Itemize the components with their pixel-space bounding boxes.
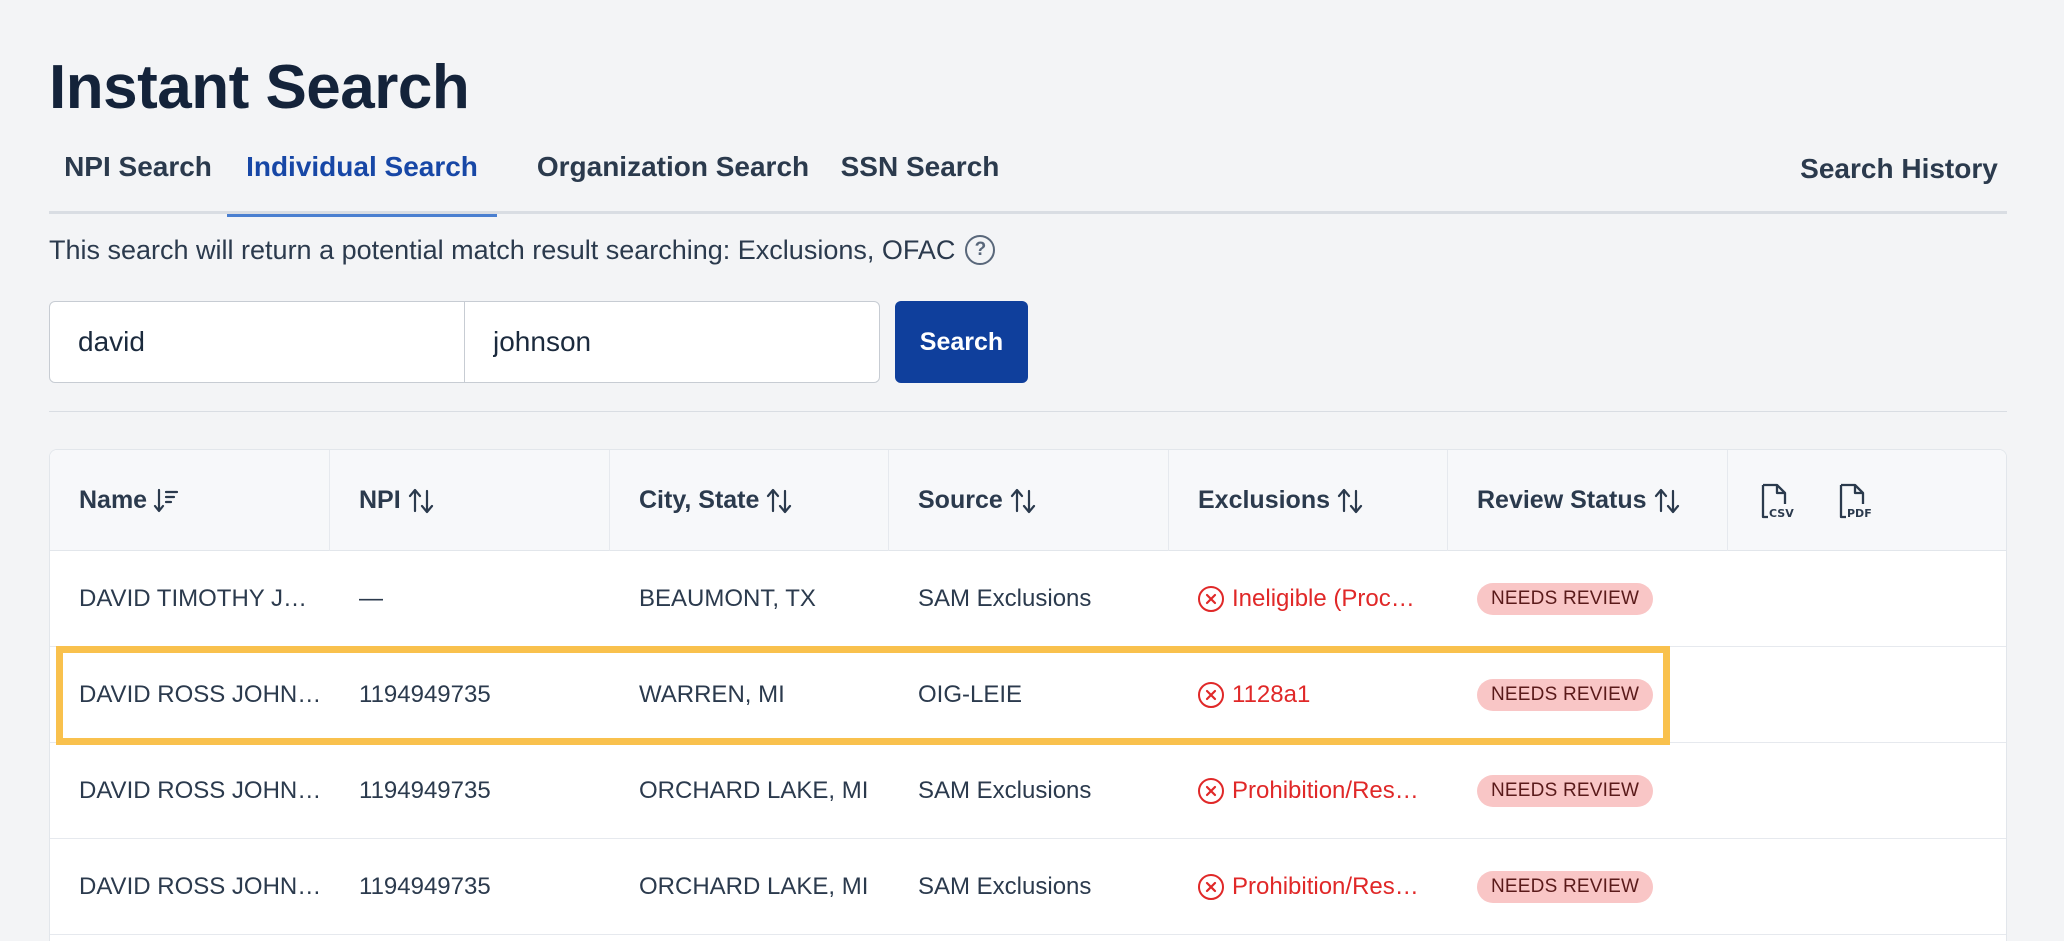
help-icon[interactable]: ? — [965, 235, 996, 265]
page-title: Instant Search — [49, 53, 470, 122]
cell-name: DAVID ROSS JOHN… — [79, 681, 322, 708]
table-row[interactable]: DAVID ROSS JOHN… 1194949735 WARREN, MI O… — [50, 647, 2006, 743]
tab-organization-search[interactable]: Organization Search — [519, 138, 827, 214]
description-text: This search will return a potential matc… — [49, 234, 956, 265]
search-tabs: NPI Search Individual Search Organizatio… — [49, 138, 2007, 217]
tab-individual-search[interactable]: Individual Search — [227, 138, 497, 217]
instant-search-page: Instant Search NPI Search Individual Sea… — [49, 0, 2007, 941]
cell-review-status: NEEDS REVIEW — [1448, 839, 1728, 935]
cell-city-state: WARREN, MI — [639, 681, 785, 708]
column-header-review-status[interactable]: Review Status — [1448, 450, 1728, 551]
table-row[interactable]: DAVID TIMOTHY J… — BEAUMONT, TX SAM Excl… — [50, 551, 2006, 647]
cell-exclusion: Ineligible (Proc… — [1169, 551, 1448, 647]
cell-name: DAVID ROSS JOHN… — [79, 873, 322, 900]
cell-exclusion: Prohibition/Res… — [1169, 743, 1448, 839]
search-button[interactable]: Search — [895, 301, 1028, 383]
exclusion-value: Prohibition/Res… — [1198, 777, 1419, 805]
cell-npi: — — [359, 585, 383, 612]
exclusion-value: Ineligible (Proc… — [1198, 585, 1415, 613]
column-header-city-state[interactable]: City, State — [610, 450, 889, 551]
status-badge: NEEDS REVIEW — [1477, 679, 1654, 711]
cell-npi: 1194949735 — [359, 681, 491, 708]
tab-npi-search[interactable]: NPI Search — [49, 138, 227, 214]
cell-city-state: ORCHARD LAKE, MI — [639, 777, 869, 804]
sort-icon[interactable] — [1336, 487, 1364, 515]
search-history-link[interactable]: Search History — [1791, 140, 2007, 216]
cell-city-state: ORCHARD LAKE, MI — [639, 873, 869, 900]
column-label: NPI — [359, 486, 401, 514]
table-row[interactable]: DAVID ROSS JOHN… 1194949735 ORCHARD LAKE… — [50, 839, 2006, 935]
cell-name: DAVID ROSS JOHN… — [79, 777, 322, 804]
table-row[interactable]: DAVID ROSS JOHN… 1194949735 ORCHARD LAKE… — [50, 743, 2006, 839]
cell-exclusion: 1128a1 — [1169, 647, 1448, 743]
cell-npi: 1194949735 — [359, 777, 491, 804]
cell-source: OIG-LEIE — [918, 681, 1023, 708]
exclusion-text: 1128a1 — [1232, 681, 1311, 708]
exclusion-value: Prohibition/Res… — [1198, 873, 1419, 901]
column-label: City, State — [639, 486, 760, 514]
results-table: Name NPI City, State Source Exclusions R… — [49, 449, 2007, 941]
column-header-name[interactable]: Name — [50, 450, 330, 551]
last-name-input[interactable] — [464, 301, 880, 383]
sort-icon[interactable] — [765, 487, 793, 515]
tab-ssn-search[interactable]: SSN Search — [827, 138, 1013, 214]
first-name-input[interactable] — [49, 301, 467, 383]
search-description: This search will return a potential matc… — [49, 230, 996, 270]
x-circle-icon — [1198, 778, 1224, 804]
column-label: Review Status — [1477, 486, 1647, 514]
section-divider — [49, 411, 2007, 412]
svg-text:PDF: PDF — [1847, 507, 1872, 520]
cell-city-state: BEAUMONT, TX — [639, 585, 816, 612]
cell-review-status: NEEDS REVIEW — [1448, 551, 1728, 647]
sort-icon[interactable] — [407, 487, 435, 515]
export-actions: CSV PDF — [1728, 450, 2006, 551]
exclusion-text: Ineligible (Proc… — [1232, 585, 1415, 612]
sort-icon[interactable] — [1653, 487, 1681, 515]
cell-source: SAM Exclusions — [918, 585, 1092, 612]
sort-descending-icon[interactable] — [153, 487, 179, 515]
x-circle-icon — [1198, 586, 1224, 612]
table-header: Name NPI City, State Source Exclusions R… — [50, 450, 2006, 551]
column-label: Name — [79, 486, 148, 514]
column-label: Source — [918, 486, 1003, 514]
cell-review-status: NEEDS REVIEW — [1448, 647, 1728, 743]
cell-exclusion: Prohibition/Res… — [1169, 839, 1448, 935]
csv-icon[interactable]: CSV — [1758, 482, 1796, 520]
column-header-npi[interactable]: NPI — [330, 450, 610, 551]
x-circle-icon — [1198, 874, 1224, 900]
cell-source: SAM Exclusions — [918, 873, 1092, 900]
column-header-source[interactable]: Source — [889, 450, 1169, 551]
exclusion-text: Prohibition/Res… — [1232, 873, 1419, 900]
exclusion-value: 1128a1 — [1198, 681, 1310, 709]
cell-npi: 1194949735 — [359, 873, 491, 900]
pdf-icon[interactable]: PDF — [1836, 482, 1874, 520]
svg-text:CSV: CSV — [1769, 507, 1794, 520]
cell-source: SAM Exclusions — [918, 777, 1092, 804]
exclusion-text: Prohibition/Res… — [1232, 777, 1419, 804]
column-label: Exclusions — [1198, 486, 1330, 514]
status-badge: NEEDS REVIEW — [1477, 871, 1654, 903]
status-badge: NEEDS REVIEW — [1477, 775, 1654, 807]
x-circle-icon — [1198, 682, 1224, 708]
column-header-exclusions[interactable]: Exclusions — [1169, 450, 1448, 551]
cell-name: DAVID TIMOTHY J… — [79, 585, 308, 612]
cell-review-status: NEEDS REVIEW — [1448, 743, 1728, 839]
status-badge: NEEDS REVIEW — [1477, 583, 1654, 615]
sort-icon[interactable] — [1009, 487, 1037, 515]
